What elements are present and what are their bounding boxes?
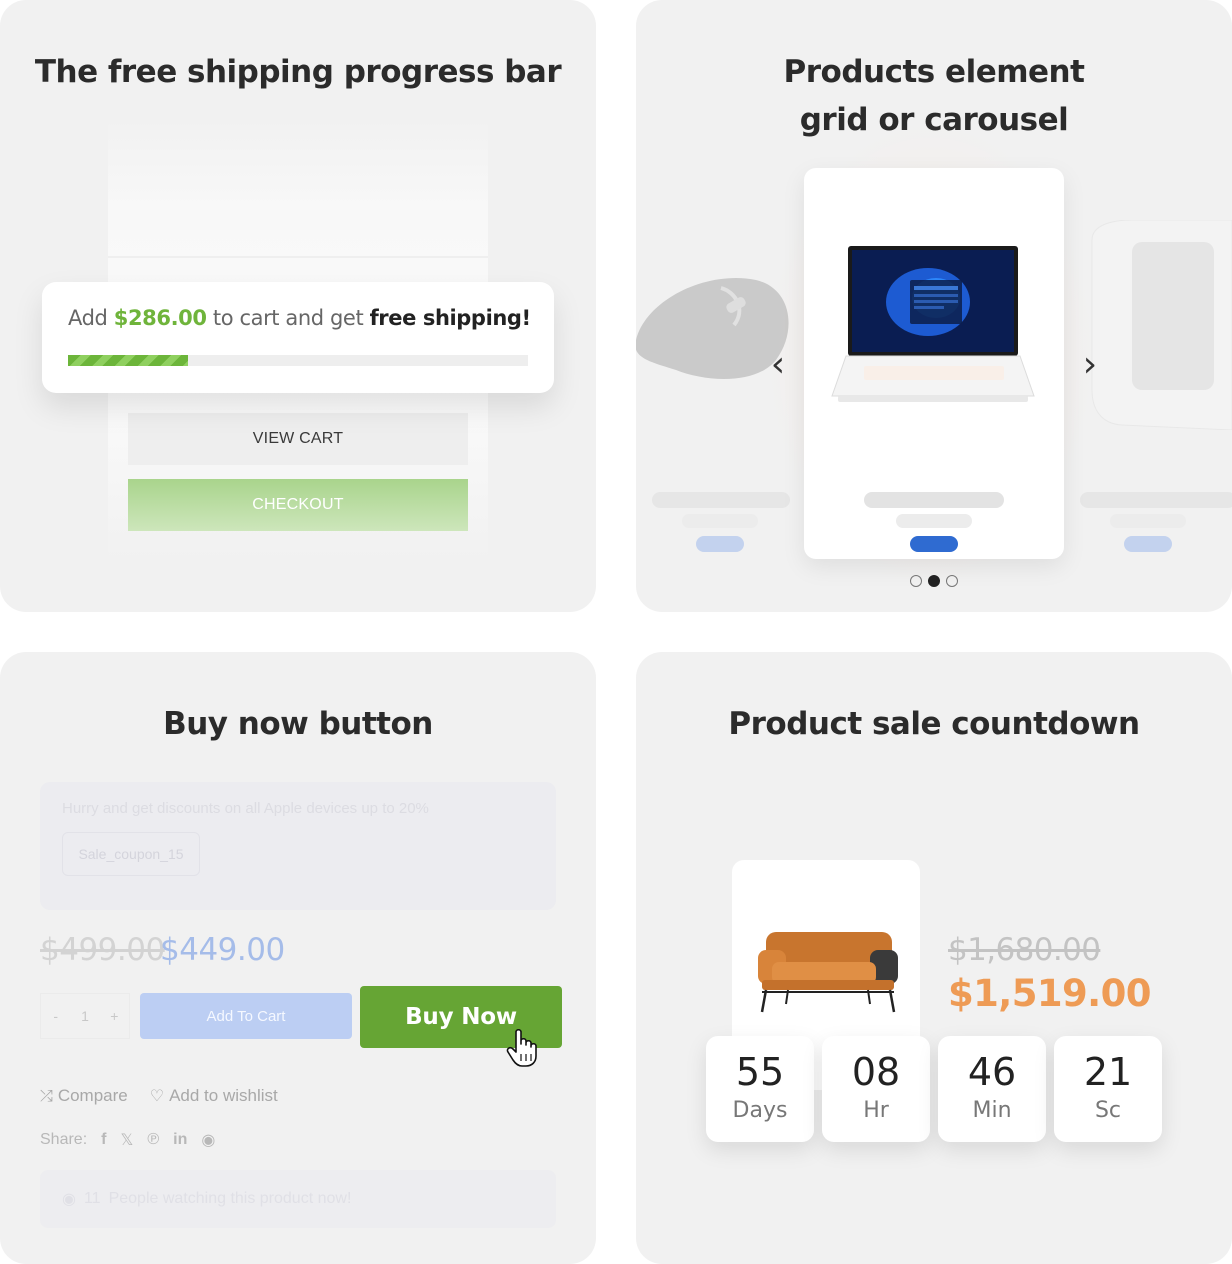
countdown-seconds: 21 Sc: [1054, 1036, 1162, 1142]
shuffle-icon: ⤮: [40, 1088, 53, 1105]
countdown-value: 21: [1083, 1050, 1133, 1094]
eye-icon: ◉: [62, 1191, 76, 1208]
remaining-amount: $286.00: [113, 306, 207, 330]
countdown-label: Days: [732, 1098, 788, 1123]
telegram-icon[interactable]: ◉: [201, 1130, 215, 1150]
share-label: Share:: [40, 1131, 88, 1148]
quantity-input[interactable]: 1: [70, 994, 99, 1038]
compare-link[interactable]: ⤮ Compare: [40, 1086, 128, 1106]
laptop-image: [831, 246, 1035, 402]
buy-now-card: Buy now button Hurry and get discounts o…: [0, 652, 596, 1264]
countdown-days: 55 Days: [706, 1036, 814, 1142]
quantity-decrease-button[interactable]: -: [41, 994, 70, 1038]
view-cart-button[interactable]: VIEW CART: [128, 413, 468, 465]
compare-label: Compare: [57, 1086, 128, 1105]
card-title: Buy now button: [163, 706, 433, 742]
product-button-placeholder: [1124, 536, 1172, 552]
x-icon[interactable]: 𝕏: [120, 1130, 133, 1150]
watchers-notice: ◉ 11 People watching this product now!: [40, 1170, 556, 1228]
sale-price: $449.00: [160, 932, 285, 968]
carousel-dot[interactable]: [910, 575, 922, 587]
countdown-value: 08: [851, 1050, 901, 1094]
countdown-label: Min: [972, 1098, 1012, 1123]
carousel-next-icon[interactable]: ›: [1076, 340, 1104, 388]
carousel-pagination: [910, 575, 958, 587]
facebook-icon[interactable]: f: [101, 1131, 106, 1149]
pc-case-image: [1091, 220, 1232, 430]
countdown-value: 55: [735, 1050, 785, 1094]
shipping-progress-fill: [68, 355, 188, 366]
carousel-prev-icon[interactable]: ‹: [764, 340, 792, 388]
message-prefix: Add: [68, 306, 108, 330]
countdown-label: Sc: [1094, 1098, 1122, 1123]
watch-text: People watching this product now!: [108, 1190, 352, 1207]
product-name-placeholder: [864, 492, 1004, 508]
quantity-stepper: - 1 +: [40, 993, 130, 1039]
product-name-placeholder: [652, 492, 790, 508]
product-price-placeholder: [1110, 514, 1186, 528]
sofa-image: [758, 932, 898, 1013]
message-middle: to cart and get: [212, 306, 364, 330]
promo-text: Hurry and get discounts on all Apple dev…: [62, 800, 429, 817]
share-row: Share: f 𝕏 ℗ in ◉: [40, 1130, 215, 1150]
heart-icon: ♡: [149, 1088, 165, 1105]
products-carousel-card: Products element grid or carousel: [636, 0, 1232, 612]
linkedin-icon[interactable]: in: [173, 1131, 187, 1149]
countdown-label: Hr: [863, 1098, 889, 1123]
promo-box: Hurry and get discounts on all Apple dev…: [40, 782, 556, 910]
product-price-placeholder: [682, 514, 758, 528]
coupon-code-button[interactable]: Sale_coupon_15: [62, 832, 200, 876]
sale-price: $1,519.00: [948, 972, 1152, 1015]
product-name-placeholder: [1080, 492, 1232, 508]
divider: [108, 256, 488, 258]
old-price: $499.00: [40, 932, 165, 968]
wishlist-link[interactable]: ♡ Add to wishlist: [150, 1086, 278, 1106]
sale-countdown-card: Product sale countdown $1,680.00 $1,519.…: [636, 652, 1232, 1264]
countdown-hours: 08 Hr: [822, 1036, 930, 1142]
countdown-value: 46: [967, 1050, 1017, 1094]
product-add-button[interactable]: [910, 536, 958, 552]
free-shipping-notice: Add $286.00 to cart and get free shippin…: [42, 282, 554, 393]
free-shipping-card: The free shipping progress bar VIEW CART…: [0, 0, 596, 612]
hand-cursor-icon: [506, 1028, 537, 1067]
card-title: The free shipping progress bar: [34, 54, 562, 90]
watch-count: 11: [83, 1190, 101, 1207]
checkout-button[interactable]: CHECKOUT: [128, 479, 468, 531]
original-price: $1,680.00: [948, 932, 1101, 968]
product-actions: ⤮ Compare ♡ Add to wishlist: [40, 1086, 278, 1106]
free-shipping-label: free shipping!: [369, 306, 532, 330]
quantity-increase-button[interactable]: +: [100, 994, 129, 1038]
carousel-dot[interactable]: [928, 575, 940, 587]
wishlist-label: Add to wishlist: [169, 1086, 278, 1105]
product-price-placeholder: [896, 514, 972, 528]
free-shipping-message: Add $286.00 to cart and get free shippin…: [68, 306, 531, 330]
pinterest-icon[interactable]: ℗: [147, 1131, 159, 1149]
card-title: Product sale countdown: [728, 706, 1140, 742]
card-title-line1: Products element: [783, 54, 1085, 90]
product-card-active[interactable]: [804, 168, 1064, 559]
product-button-placeholder: [696, 536, 744, 552]
countdown-minutes: 46 Min: [938, 1036, 1046, 1142]
shipping-progress-bar: [68, 355, 528, 366]
add-to-cart-button[interactable]: Add To Cart: [140, 993, 352, 1039]
carousel-dot[interactable]: [946, 575, 958, 587]
